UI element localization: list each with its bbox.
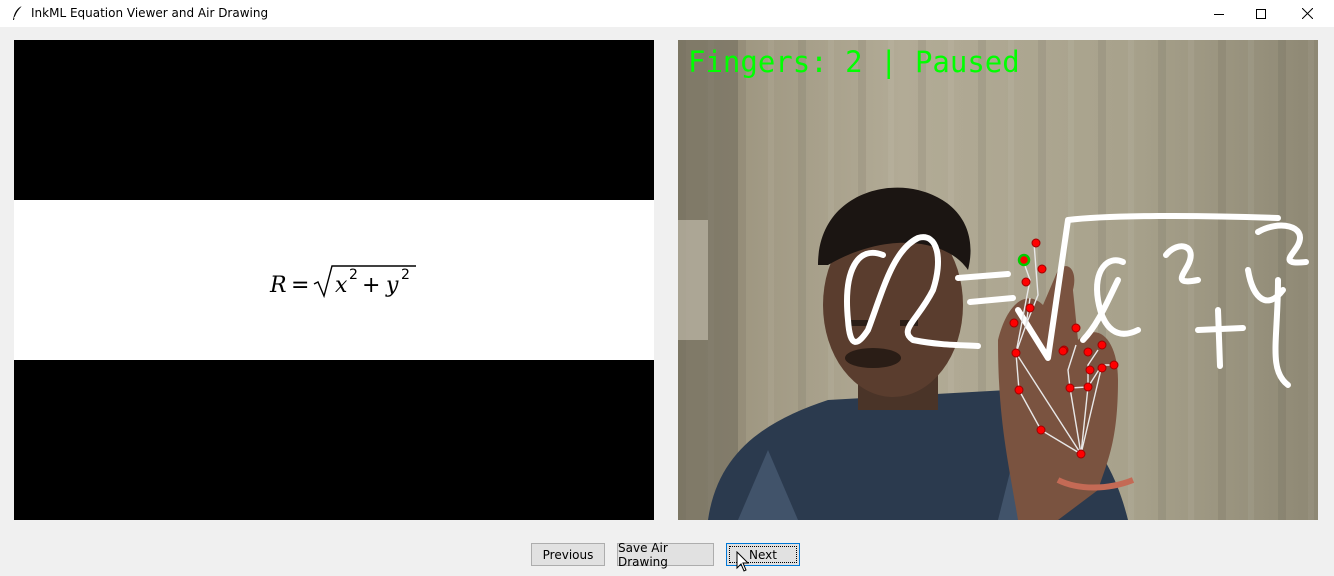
equation-x-exponent: 2 [349, 267, 358, 283]
status-overlay: Fingers: 2 | Paused [688, 45, 1020, 79]
title-bar: InkML Equation Viewer and Air Drawing [0, 0, 1334, 27]
save-air-drawing-button[interactable]: Save Air Drawing [617, 541, 714, 569]
equation-x: x [335, 273, 348, 298]
stroke-equals-1 [955, 271, 1011, 281]
active-fingertip [1017, 253, 1031, 267]
equation-y: y [385, 273, 399, 298]
maximize-icon [1256, 8, 1266, 19]
equation-canvas: R = x 2 + y 2 [14, 40, 654, 520]
window-title: InkML Equation Viewer and Air Drawing [31, 6, 269, 20]
maximize-button[interactable] [1238, 0, 1284, 27]
equation-band: R = x 2 + y 2 [14, 200, 654, 360]
equation-lhs: R [269, 273, 287, 298]
equation-render: R = x 2 + y 2 [269, 265, 416, 299]
webcam-feed: Fingers: 2 | Paused [678, 40, 1318, 520]
stroke-equals-2 [967, 295, 1016, 305]
minimize-button[interactable] [1196, 0, 1242, 27]
equation-y-exponent: 2 [401, 267, 410, 283]
close-icon [1301, 8, 1313, 19]
feather-icon [13, 5, 23, 20]
previous-button[interactable]: Previous [531, 543, 605, 566]
mouse-cursor-icon [736, 551, 750, 572]
app-window: InkML Equation Viewer and Air Drawing R … [0, 0, 1334, 576]
equation-plus: + [362, 273, 380, 298]
equation-equals: = [291, 273, 309, 298]
minimize-icon [1214, 13, 1224, 15]
air-drawing-canvas: Fingers: 2 | Paused [678, 40, 1318, 520]
close-button[interactable] [1284, 0, 1330, 27]
